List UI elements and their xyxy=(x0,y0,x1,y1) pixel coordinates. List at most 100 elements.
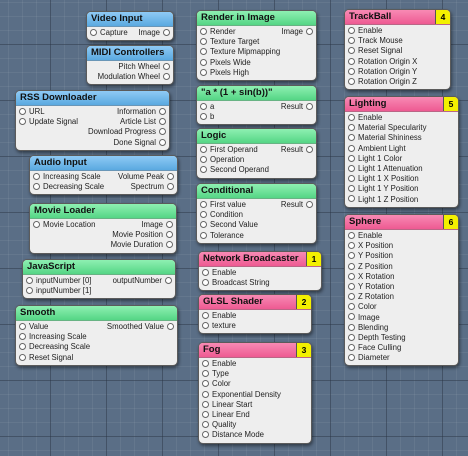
input-port[interactable]: Rotation Origin Y xyxy=(348,67,417,77)
patch-header[interactable]: Audio Input xyxy=(30,156,177,171)
input-port[interactable]: Type xyxy=(202,369,229,379)
input-port-connector[interactable] xyxy=(348,144,355,152)
input-port-connector[interactable] xyxy=(348,134,355,142)
patch-header[interactable]: Video Input xyxy=(87,12,173,27)
input-port-connector[interactable] xyxy=(200,156,207,164)
input-port-connector[interactable] xyxy=(200,221,207,229)
patch-midi-controllers[interactable]: MIDI Controllers Pitch Wheel Modulation Wh… xyxy=(86,45,174,86)
patch-fog[interactable]: Fog 3 Enable Type Color Exponential Density Li… xyxy=(198,342,312,444)
input-port-connector[interactable] xyxy=(348,124,355,132)
input-port[interactable]: X Position xyxy=(348,241,393,251)
patch-editor-canvas[interactable]: Video Input Capture Image MIDI Controllers P… xyxy=(0,0,468,456)
input-port-connector[interactable] xyxy=(200,231,207,239)
patch-header[interactable]: TrackBall 4 xyxy=(345,10,450,25)
patch-header[interactable]: Render in Image xyxy=(197,11,316,26)
input-port[interactable]: Texture Target xyxy=(200,37,259,47)
input-port-connector[interactable] xyxy=(200,68,207,76)
input-port[interactable]: Increasing Scale xyxy=(19,332,87,342)
input-port[interactable]: inputNumber [1] xyxy=(26,286,91,296)
output-port-connector[interactable] xyxy=(159,138,166,146)
output-port[interactable]: Movie Position xyxy=(112,230,173,240)
output-port[interactable]: Download Progress xyxy=(88,127,166,137)
patch-audio-input[interactable]: Audio Input Increasing Scale Volume Peak De… xyxy=(29,155,178,196)
input-port-connector[interactable] xyxy=(200,58,207,66)
input-port[interactable]: Movie Location xyxy=(33,220,95,230)
input-port[interactable]: Reset Signal xyxy=(19,353,73,363)
input-port[interactable]: Blending xyxy=(348,323,388,333)
output-port[interactable]: Information xyxy=(117,107,166,117)
input-port-connector[interactable] xyxy=(348,154,355,162)
output-port[interactable]: Image xyxy=(281,27,313,37)
output-port[interactable]: Result xyxy=(281,102,313,112)
input-port[interactable]: Second Operand xyxy=(200,165,269,175)
input-port[interactable]: Enable xyxy=(202,311,236,321)
input-port-connector[interactable] xyxy=(348,195,355,203)
input-port-connector[interactable] xyxy=(200,102,207,110)
input-port-connector[interactable] xyxy=(33,220,40,228)
input-port[interactable]: inputNumber [0] xyxy=(26,276,91,286)
input-port[interactable]: Update Signal xyxy=(19,117,78,127)
input-port-connector[interactable] xyxy=(348,113,355,121)
input-port[interactable]: Tolerance xyxy=(200,231,244,241)
input-port-connector[interactable] xyxy=(348,185,355,193)
input-port-connector[interactable] xyxy=(26,287,33,295)
output-port[interactable]: Result xyxy=(281,145,313,155)
input-port-connector[interactable] xyxy=(33,183,40,191)
input-port[interactable]: texture xyxy=(202,321,236,331)
input-port[interactable]: Operation xyxy=(200,155,244,165)
input-port-connector[interactable] xyxy=(202,279,209,287)
input-port[interactable]: Light 1 Color xyxy=(348,154,402,164)
input-port-connector[interactable] xyxy=(202,390,209,398)
input-port[interactable]: Reset Signal xyxy=(348,46,402,56)
patch-header[interactable]: Lighting 5 xyxy=(345,97,458,112)
input-port-connector[interactable] xyxy=(348,293,355,301)
input-port[interactable]: Color xyxy=(202,379,231,389)
input-port[interactable]: Render xyxy=(200,27,236,37)
input-port-connector[interactable] xyxy=(348,272,355,280)
input-port[interactable]: Enable xyxy=(202,359,236,369)
input-port[interactable]: Z Position xyxy=(348,262,393,272)
output-port-connector[interactable] xyxy=(167,172,174,180)
output-port[interactable]: Smoothed Value xyxy=(107,322,174,332)
output-port[interactable]: outputNumber xyxy=(113,276,172,286)
output-port[interactable]: Spectrum xyxy=(131,182,174,192)
input-port[interactable]: Ambient Light xyxy=(348,144,406,154)
output-port-connector[interactable] xyxy=(159,118,166,126)
output-port-connector[interactable] xyxy=(306,145,313,153)
input-port[interactable]: Pixels Wide xyxy=(200,58,251,68)
input-port[interactable]: Track Mouse xyxy=(348,36,403,46)
input-port-connector[interactable] xyxy=(348,175,355,183)
input-port[interactable]: Enable xyxy=(348,231,382,241)
input-port[interactable]: Light 1 Y Position xyxy=(348,184,418,194)
input-port[interactable]: Material Specularity xyxy=(348,123,426,133)
input-port[interactable]: Diameter xyxy=(348,353,390,363)
output-port-connector[interactable] xyxy=(159,107,166,115)
output-port[interactable]: Volume Peak xyxy=(118,172,174,182)
output-port-connector[interactable] xyxy=(167,183,174,191)
patch-header[interactable]: Fog 3 xyxy=(199,343,311,358)
output-port[interactable]: Result xyxy=(281,200,313,210)
output-port-connector[interactable] xyxy=(166,231,173,239)
output-port[interactable]: Image xyxy=(138,28,170,38)
patch-header[interactable]: MIDI Controllers xyxy=(87,46,173,61)
input-port-connector[interactable] xyxy=(19,343,26,351)
input-port[interactable]: Second Value xyxy=(200,220,258,230)
patch-header[interactable]: Conditional xyxy=(197,184,316,199)
input-port-connector[interactable] xyxy=(348,242,355,250)
input-port-connector[interactable] xyxy=(200,113,207,121)
output-port[interactable]: Modulation Wheel xyxy=(98,72,170,82)
input-port[interactable]: Pixels High xyxy=(200,68,249,78)
input-port-connector[interactable] xyxy=(19,353,26,361)
patch-network-broadcaster[interactable]: Network Broadcaster 1 Enable Broadcast Stri… xyxy=(198,251,322,292)
input-port-connector[interactable] xyxy=(202,380,209,388)
input-port[interactable]: Light 1 X Position xyxy=(348,174,419,184)
input-port-connector[interactable] xyxy=(348,164,355,172)
input-port[interactable]: Light 1 Z Position xyxy=(348,195,418,205)
patch-sphere[interactable]: Sphere 6 Enable X Position Y Position Z Posit… xyxy=(344,214,459,367)
input-port-connector[interactable] xyxy=(348,323,355,331)
input-port[interactable]: Depth Testing xyxy=(348,333,406,343)
input-port-connector[interactable] xyxy=(348,262,355,270)
input-port-connector[interactable] xyxy=(202,268,209,276)
patch-smooth[interactable]: Smooth Value Smoothed Value Increasing Scal… xyxy=(15,305,178,366)
input-port-connector[interactable] xyxy=(348,37,355,45)
